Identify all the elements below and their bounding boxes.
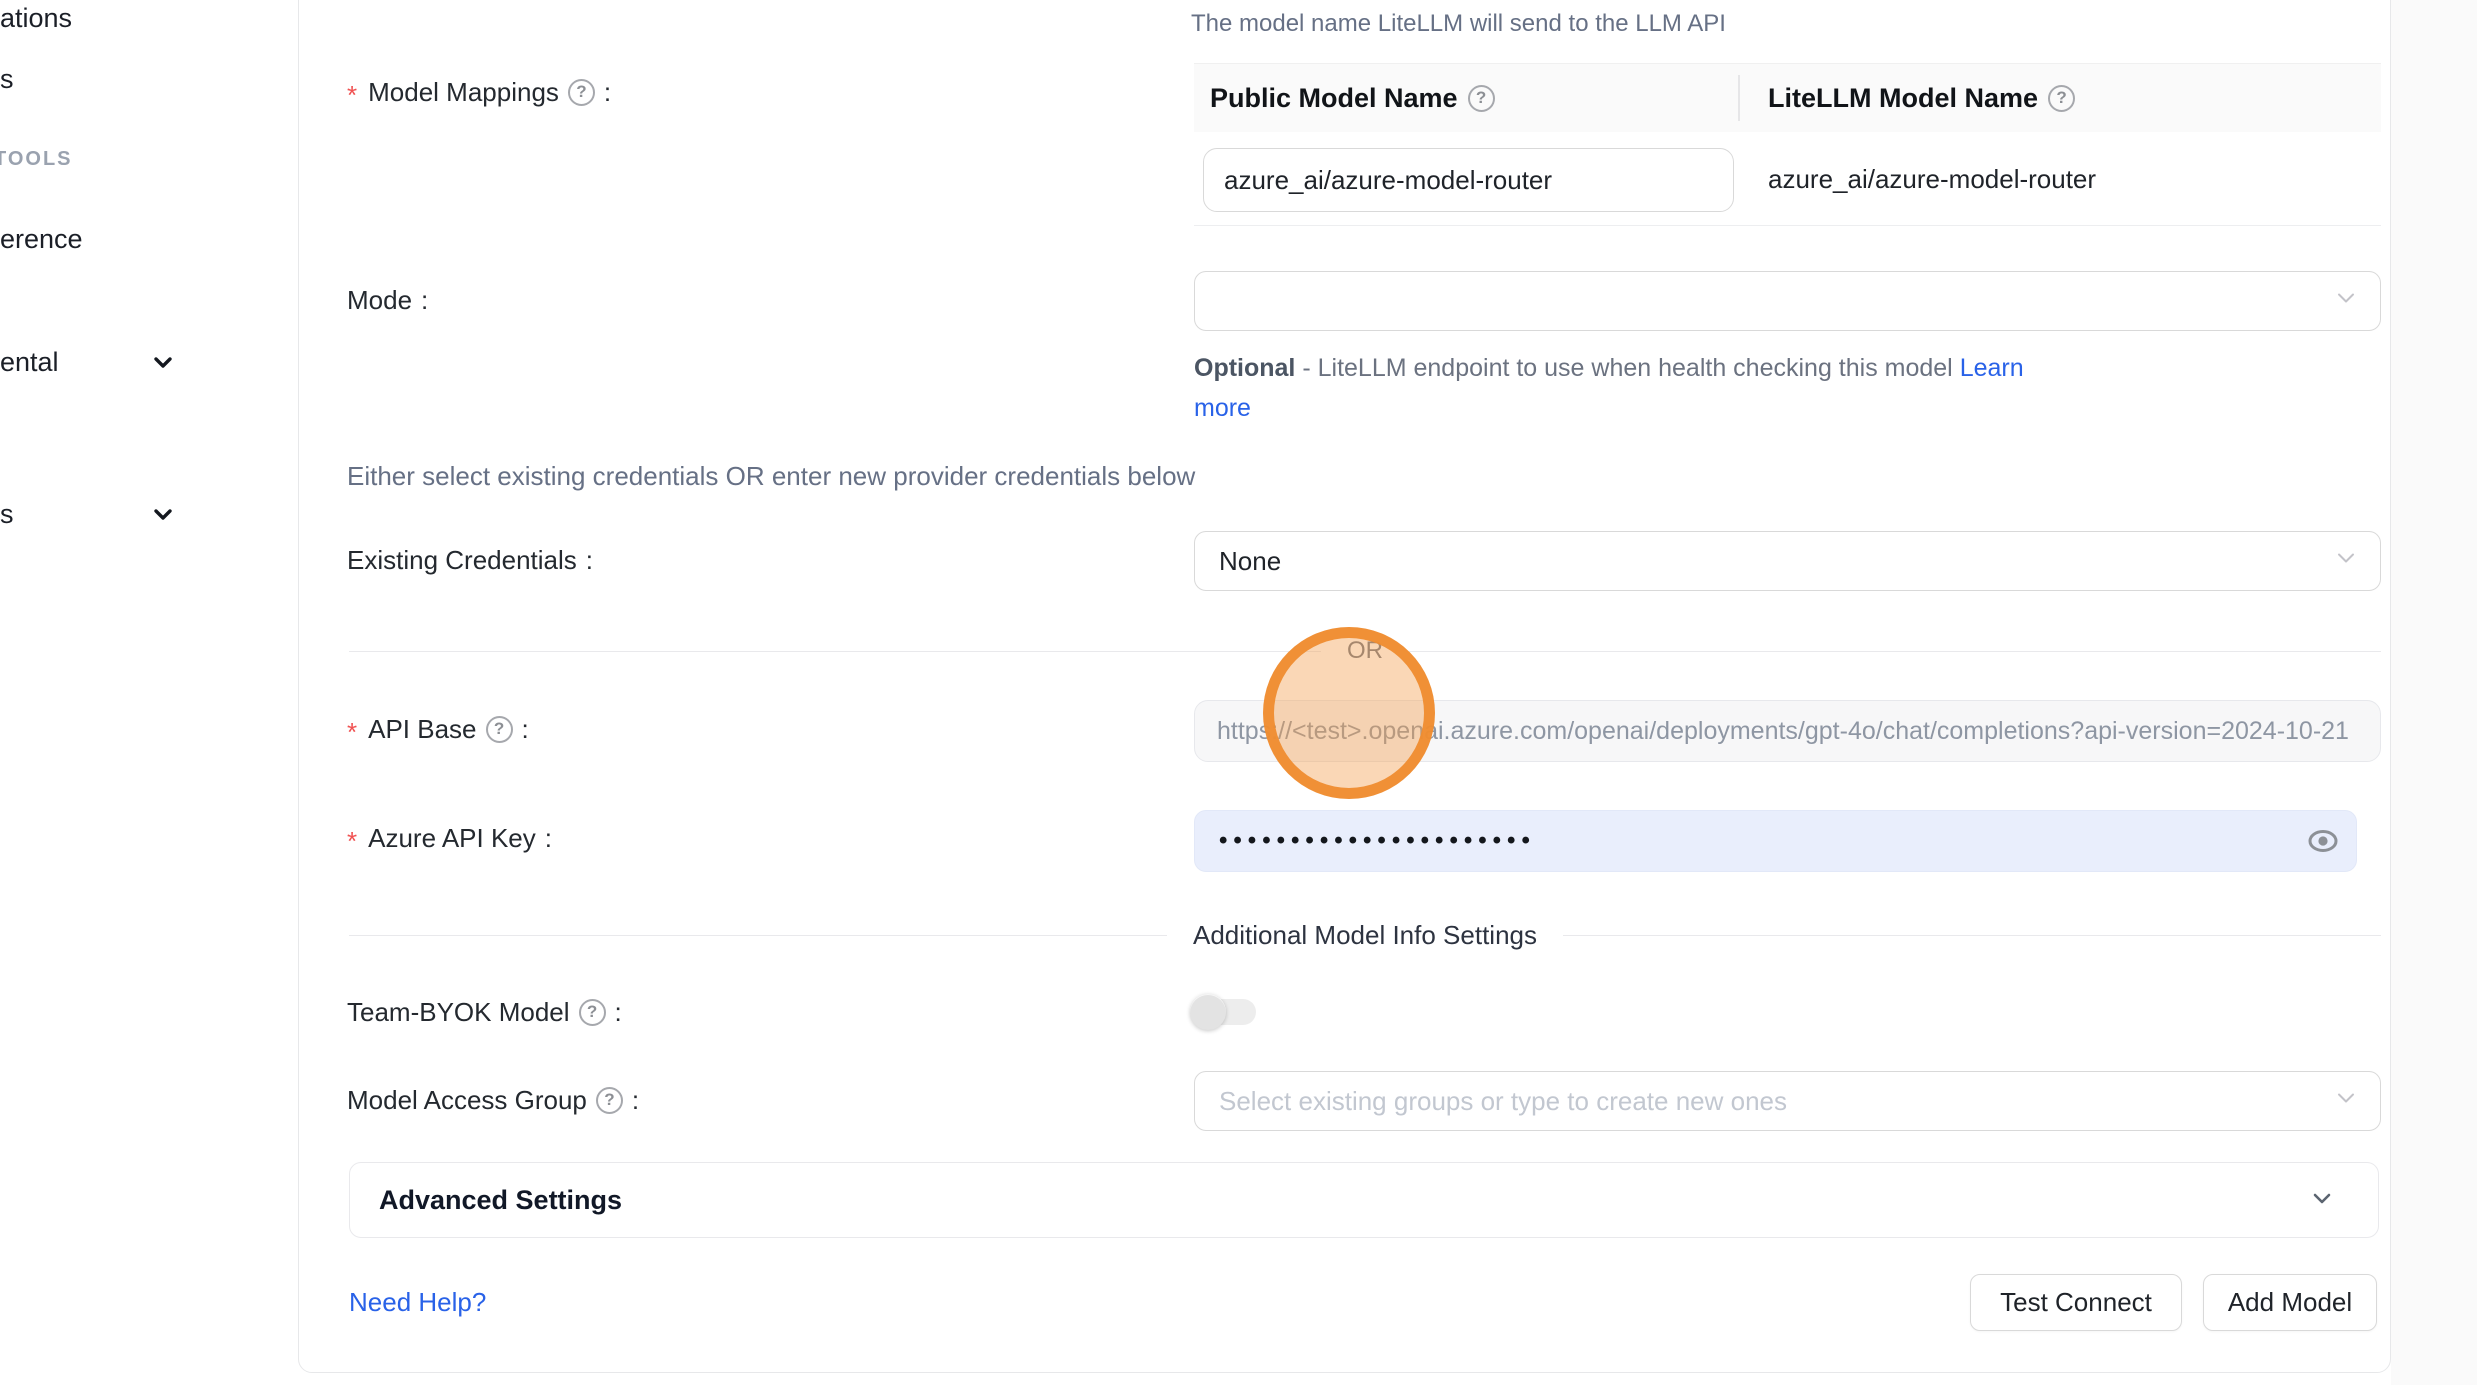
azure-api-key-label: * Azure API Key [347, 818, 552, 858]
divider-line [349, 935, 1167, 936]
add-model-page: ations s TOOLS erence ental s The model … [0, 0, 2477, 1385]
team-byok-toggle[interactable] [1190, 994, 1260, 1030]
help-question-icon[interactable] [486, 716, 513, 743]
chevron-down-icon [2308, 1184, 2336, 1217]
click-indicator [1263, 627, 1435, 799]
model-access-group-select[interactable]: Select existing groups or type to create… [1194, 1071, 2381, 1131]
sidebar-item-experimental[interactable]: ental [0, 342, 298, 382]
public-model-name-header: Public Model Name [1194, 75, 1740, 121]
add-model-button[interactable]: Add Model [2203, 1274, 2377, 1331]
model-mappings-table: Public Model Name LiteLLM Model Name azu… [1194, 63, 2381, 226]
additional-info-divider: Additional Model Info Settings [349, 922, 2381, 948]
label-colon [421, 285, 428, 316]
existing-credentials-label: Existing Credentials [347, 540, 593, 580]
public-model-name-input[interactable] [1203, 148, 1734, 212]
label-colon [522, 714, 529, 745]
existing-credentials-value: None [1219, 546, 1281, 577]
divider-line [1563, 935, 2381, 936]
help-question-icon[interactable] [1468, 85, 1495, 112]
toggle-knob [1190, 994, 1226, 1030]
model-mapping-row: azure_ai/azure-model-router [1194, 132, 2381, 226]
eye-icon[interactable] [2307, 825, 2339, 857]
label-colon [545, 823, 552, 854]
help-question-icon[interactable] [596, 1087, 623, 1114]
required-asterisk: * [347, 826, 357, 857]
help-question-icon[interactable] [2048, 85, 2075, 112]
mode-label: Mode [347, 280, 428, 320]
sidebar-item-label: s [0, 499, 14, 530]
model-access-group-placeholder: Select existing groups or type to create… [1219, 1086, 1787, 1117]
litellm-model-name-header: LiteLLM Model Name [1740, 83, 2075, 114]
help-question-icon[interactable] [579, 999, 606, 1026]
required-asterisk: * [347, 80, 357, 111]
credentials-note: Either select existing credentials OR en… [347, 461, 1195, 492]
existing-credentials-select[interactable]: None [1194, 531, 2381, 591]
chevron-down-icon [150, 501, 176, 534]
additional-info-divider-text: Additional Model Info Settings [1193, 920, 1537, 951]
litellm-model-name-value: azure_ai/azure-model-router [1768, 132, 2096, 226]
divider-line [349, 651, 1321, 652]
sidebar-item-label: erence [0, 224, 83, 255]
model-mappings-table-header: Public Model Name LiteLLM Model Name [1194, 63, 2381, 132]
need-help-link[interactable]: Need Help? [349, 1287, 486, 1318]
sidebar-item[interactable]: erence [0, 219, 298, 259]
sidebar-item-label: s [0, 64, 14, 95]
team-byok-label: Team-BYOK Model [347, 992, 622, 1032]
sidebar: ations s TOOLS erence ental s [0, 0, 298, 1385]
sidebar-section-header: TOOLS [0, 148, 73, 171]
sidebar-item-label: ental [0, 347, 59, 378]
model-mappings-label: * Model Mappings [347, 72, 611, 112]
divider-line [1409, 651, 2381, 652]
sidebar-item-settings[interactable]: s [0, 494, 298, 534]
api-base-label: * API Base [347, 709, 529, 749]
model-name-helper-text: The model name LiteLLM will send to the … [1191, 10, 1726, 38]
chevron-down-icon [150, 349, 176, 382]
chevron-down-icon [2334, 1086, 2358, 1117]
chevron-down-icon [2334, 546, 2358, 577]
chevron-down-icon [2334, 286, 2358, 317]
help-question-icon[interactable] [568, 79, 595, 106]
label-colon [586, 545, 593, 576]
sidebar-item-label: ations [0, 3, 72, 34]
sidebar-item[interactable]: ations [0, 0, 298, 38]
page-background-strip [2391, 0, 2477, 1385]
model-access-group-label: Model Access Group [347, 1080, 639, 1120]
label-colon [632, 1085, 639, 1116]
sidebar-item[interactable]: s [0, 59, 298, 99]
label-colon [604, 77, 611, 108]
mode-select[interactable] [1194, 271, 2381, 331]
advanced-settings-panel[interactable]: Advanced Settings [349, 1162, 2379, 1238]
advanced-settings-title: Advanced Settings [379, 1185, 2308, 1216]
test-connect-button[interactable]: Test Connect [1970, 1274, 2182, 1331]
azure-api-key-input[interactable] [1194, 810, 2357, 872]
label-colon [615, 997, 622, 1028]
mode-helper-text: Optional - LiteLLM endpoint to use when … [1194, 348, 2029, 428]
required-asterisk: * [347, 717, 357, 748]
azure-api-key-field [1194, 810, 2357, 872]
